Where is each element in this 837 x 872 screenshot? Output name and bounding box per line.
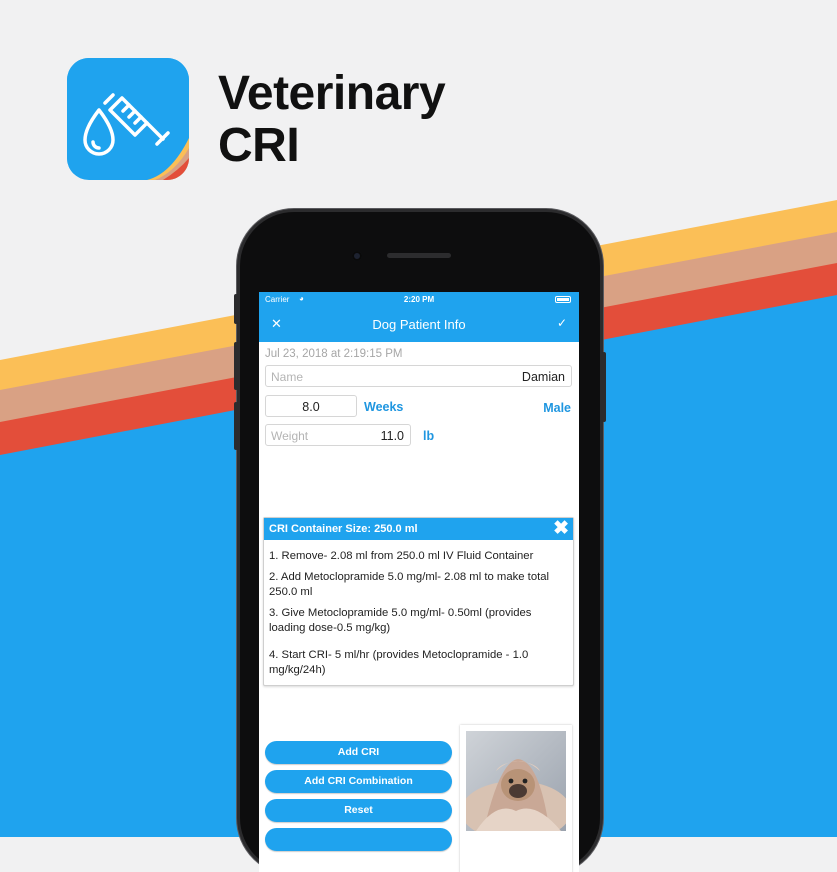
- cri-instructions-card: CRI Container Size: 250.0 ml ✖ 1. Remove…: [263, 517, 574, 686]
- cri-step: 4. Start CRI- 5 ml/hr (provides Metoclop…: [269, 649, 529, 676]
- status-time: 2:20 PM: [403, 295, 435, 304]
- cri-card-header: CRI Container Size: 250.0 ml ✖: [264, 518, 573, 540]
- app-icon: [67, 58, 189, 180]
- record-timestamp: Jul 23, 2018 at 2:19:15 PM: [265, 348, 403, 360]
- app-title: Veterinary CRI: [218, 67, 446, 172]
- more-button[interactable]: [265, 828, 452, 851]
- checkmark-icon[interactable]: ✓: [557, 316, 567, 330]
- close-card-icon[interactable]: ✖: [553, 518, 569, 540]
- age-value: 8.0: [302, 400, 320, 414]
- cri-step: 1. Remove- 2.08 ml from 250.0 ml IV Flui…: [269, 550, 534, 562]
- name-field[interactable]: Name Damian: [265, 365, 572, 387]
- weight-unit-selector[interactable]: lb: [423, 429, 434, 443]
- volume-up-button: [234, 342, 238, 390]
- weight-value: 11.0: [380, 429, 404, 443]
- cri-container-size: CRI Container Size: 250.0 ml: [269, 523, 418, 535]
- add-cri-combination-button[interactable]: Add CRI Combination: [265, 770, 452, 793]
- app-title-line1: Veterinary: [218, 67, 446, 120]
- age-unit-selector[interactable]: Weeks: [364, 400, 403, 414]
- battery-icon: [555, 296, 571, 303]
- cri-step: 3. Give Metoclopramide 5.0 mg/ml- 0.50ml…: [269, 607, 532, 634]
- name-value: Damian: [521, 370, 565, 384]
- mute-switch: [234, 294, 238, 324]
- front-camera: [352, 251, 362, 261]
- status-bar: Carrier ◕ 2:20 PM: [259, 292, 579, 308]
- power-button: [602, 352, 606, 422]
- phone-frame: Carrier ◕ 2:20 PM ✕ Dog Patient Info ✓ J…: [234, 212, 606, 872]
- weight-field[interactable]: Weight 11.0: [265, 424, 411, 446]
- add-cri-button[interactable]: Add CRI: [265, 741, 452, 764]
- cri-step: 2. Add Metoclopramide 5.0 mg/ml- 2.08 ml…: [269, 571, 550, 598]
- app-title-line2: CRI: [218, 119, 300, 172]
- dog-photo-image: [466, 731, 566, 831]
- sex-selector[interactable]: Male: [543, 401, 571, 415]
- name-placeholder: Name: [271, 370, 304, 384]
- volume-down-button: [234, 402, 238, 450]
- patient-photo-card[interactable]: [460, 725, 572, 872]
- drop-and-syringe-icon: [67, 58, 189, 180]
- age-field[interactable]: 8.0: [265, 395, 357, 417]
- reset-button[interactable]: Reset: [265, 799, 452, 822]
- earpiece-speaker: [387, 253, 451, 258]
- weight-placeholder: Weight: [271, 429, 309, 443]
- nav-bar: ✕ Dog Patient Info ✓: [259, 308, 579, 342]
- patient-photo: [466, 731, 566, 831]
- nav-title: Dog Patient Info: [372, 317, 466, 332]
- phone-screen: Carrier ◕ 2:20 PM ✕ Dog Patient Info ✓ J…: [259, 292, 579, 872]
